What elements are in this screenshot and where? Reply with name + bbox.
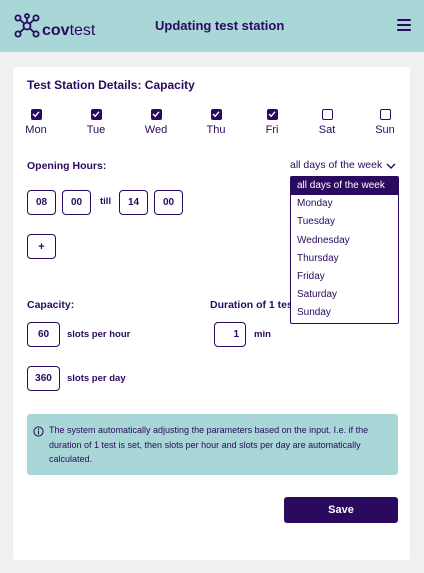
slots-per-hour-label: slots per hour [67,329,131,340]
day-filter-option[interactable]: Thursday [291,250,398,268]
hamburger-menu-icon[interactable] [397,19,411,31]
day-label-wed: Wed [144,124,168,136]
opening-hour-to-input[interactable]: 14 [119,190,148,215]
info-box: The system automatically adjusting the p… [27,414,398,475]
chevron-down-icon[interactable] [386,163,396,169]
top-bar: covtest Updating test station [0,0,424,52]
day-checkbox-sun[interactable] [379,109,391,120]
day-filter-option[interactable]: Monday [291,195,398,213]
opening-hours-label: Opening Hours: [27,160,107,172]
day-filter-option[interactable]: Saturday [291,286,398,304]
check-icon [212,111,220,118]
opening-hour-from-input[interactable]: 08 [27,190,56,215]
covtest-logo-icon [14,13,40,38]
duration-label: Duration of 1 test: [210,299,292,311]
save-button[interactable]: Save [284,497,398,523]
check-icon [32,111,40,118]
day-filter-menu: all days of the week Monday Tuesday Wednesd… [290,176,399,324]
duration-input[interactable]: 1 [214,322,246,347]
day-label-tue: Tue [86,124,106,136]
day-label-fri: Fri [265,124,279,136]
day-filter-option[interactable]: Sunday [291,304,398,322]
info-text: The system automatically adjusting the p… [49,425,369,464]
page-title: Updating test station [155,18,285,33]
info-icon [33,426,44,437]
brand-bold: cov [42,22,70,39]
day-filter-option[interactable]: Tuesday [291,213,398,231]
day-filter-option[interactable]: all days of the week [291,177,398,196]
day-checkbox-fri[interactable] [266,109,278,120]
day-filter-select[interactable]: all days of the week [290,159,382,172]
day-filter-option[interactable]: Wednesday [291,232,398,250]
day-label-mon: Mon [25,124,47,136]
check-icon [268,111,276,118]
till-label: till [100,196,112,207]
brand-name: covtest [42,21,95,41]
day-label-sat: Sat [318,124,336,136]
brand-light: test [69,22,96,39]
day-label-sun: Sun [375,124,395,136]
section-title: Test Station Details: Capacity [27,78,195,92]
day-label-thu: Thu [206,124,226,136]
check-icon [92,111,100,118]
day-checkbox-wed[interactable] [150,109,162,120]
day-checkbox-tue[interactable] [90,109,102,120]
slots-per-day-label: slots per day [67,373,126,384]
slots-per-day-input[interactable]: 360 [27,366,60,391]
day-checkbox-mon[interactable] [30,109,42,120]
duration-unit-label: min [254,329,271,340]
slots-per-hour-input[interactable]: 60 [27,322,60,347]
day-checkbox-sat[interactable] [321,109,333,120]
day-filter-option[interactable]: Friday [291,268,398,286]
opening-minute-to-input[interactable]: 00 [154,190,183,215]
day-checkbox-thu[interactable] [210,109,222,120]
capacity-label: Capacity: [27,299,75,311]
add-hours-button[interactable]: + [27,234,56,259]
opening-minute-from-input[interactable]: 00 [62,190,91,215]
check-icon [152,111,160,118]
